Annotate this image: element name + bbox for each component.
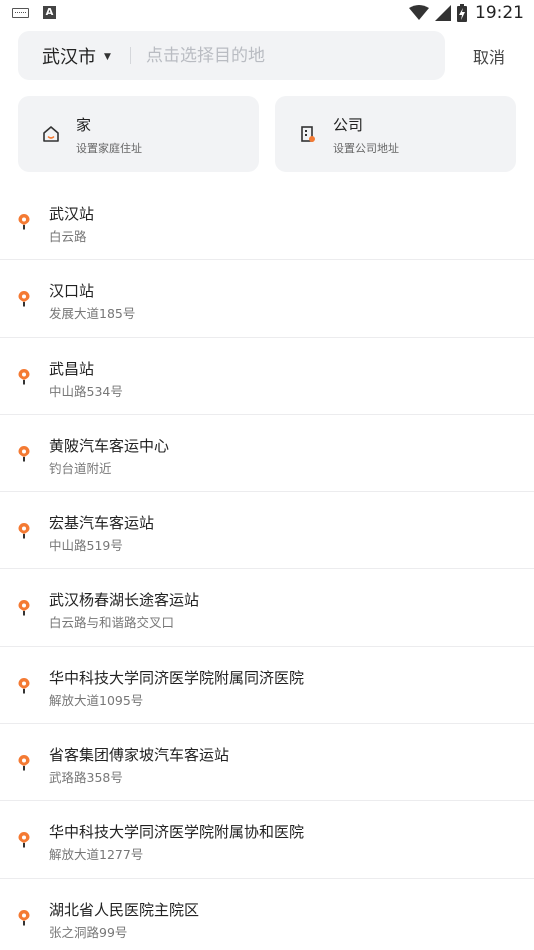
place-address: 武珞路358号 — [49, 770, 123, 786]
location-pin-icon — [18, 445, 30, 462]
place-name: 华中科技大学同济医学院附属同济医院 — [49, 668, 305, 687]
search-bar: 武汉市 ▼ — [18, 31, 445, 80]
destination-suggestion-list: 武汉站 白云路 汉口站 发展大道185号 武昌站 中山路534号 黄陂汽车客运中… — [0, 183, 534, 950]
company-address-card[interactable]: 公司 设置公司地址 — [275, 96, 516, 172]
list-item[interactable]: 黄陂汽车客运中心 钓台道附近 — [0, 415, 534, 493]
place-name: 武汉站 — [49, 205, 95, 223]
place-address: 中山路534号 — [49, 383, 123, 399]
location-pin-icon — [18, 909, 30, 926]
list-item[interactable]: 华中科技大学同济医学院附属同济医院 解放大道1095号 — [0, 647, 534, 725]
place-address: 中山路519号 — [49, 538, 123, 554]
place-address: 白云路与和谐路交叉口 — [49, 615, 175, 631]
place-address: 钓台道附近 — [49, 460, 112, 476]
list-item[interactable]: 华中科技大学同济医学院附属协和医院 解放大道1277号 — [0, 801, 534, 879]
cell-signal-icon — [435, 5, 451, 21]
home-card-subtitle: 设置家庭住址 — [76, 142, 142, 155]
place-name: 武昌站 — [49, 359, 95, 378]
status-time: 19:21 — [475, 3, 524, 23]
place-address: 张之洞路99号 — [49, 924, 128, 940]
list-item[interactable]: 武昌站 中山路534号 — [0, 338, 534, 415]
place-name: 省客集团傅家坡汽车客运站 — [49, 746, 230, 765]
city-label: 武汉市 — [42, 46, 96, 68]
place-name: 武汉杨春湖长途客运站 — [49, 591, 200, 610]
place-address: 解放大道1095号 — [49, 692, 144, 708]
location-pin-icon — [18, 755, 30, 771]
home-icon — [43, 126, 59, 142]
home-card-title: 家 — [76, 116, 92, 134]
list-item[interactable]: 省客集团傅家坡汽车客运站 武珞路358号 — [0, 724, 534, 802]
wifi-icon — [409, 5, 429, 20]
list-item[interactable]: 湖北省人民医院主院区 张之洞路99号 — [0, 879, 534, 950]
list-item[interactable]: 汉口站 发展大道185号 — [0, 260, 534, 338]
font-a-icon: A — [43, 6, 56, 19]
location-pin-icon — [18, 600, 30, 616]
list-item[interactable]: 宏基汽车客运站 中山路519号 — [0, 492, 534, 570]
place-address: 白云路 — [49, 229, 87, 244]
cancel-button[interactable]: 取消 — [460, 31, 518, 80]
location-pin-icon — [18, 677, 30, 694]
battery-charging-icon — [457, 4, 467, 22]
company-card-subtitle: 设置公司地址 — [333, 142, 399, 155]
location-pin-icon — [18, 214, 30, 230]
place-name: 汉口站 — [49, 282, 95, 301]
status-left-icons: A — [12, 6, 56, 19]
caret-down-icon: ▼ — [104, 51, 111, 62]
destination-search-input[interactable] — [146, 31, 426, 80]
home-address-card[interactable]: 家 设置家庭住址 — [18, 96, 259, 172]
location-pin-icon — [18, 291, 30, 307]
list-item[interactable]: 武汉杨春湖长途客运站 白云路与和谐路交叉口 — [0, 569, 534, 647]
place-name: 宏基汽车客运站 — [49, 514, 155, 533]
company-card-title: 公司 — [333, 116, 364, 134]
company-building-icon — [301, 126, 315, 142]
place-name: 黄陂汽车客运中心 — [49, 436, 170, 455]
place-address: 解放大道1277号 — [49, 847, 144, 863]
place-name: 湖北省人民医院主院区 — [49, 900, 200, 919]
keyboard-icon — [12, 7, 29, 18]
place-address: 发展大道185号 — [49, 306, 136, 322]
status-right-icons: 19:21 — [409, 3, 524, 23]
list-item[interactable]: 武汉站 白云路 — [0, 183, 534, 261]
search-divider — [130, 47, 131, 64]
status-bar: A 19:21 — [0, 0, 534, 28]
location-pin-icon — [18, 523, 30, 539]
location-pin-icon — [18, 832, 30, 848]
place-name: 华中科技大学同济医学院附属协和医院 — [49, 823, 305, 842]
location-pin-icon — [18, 368, 30, 385]
city-selector[interactable]: 武汉市 ▼ — [18, 31, 136, 80]
